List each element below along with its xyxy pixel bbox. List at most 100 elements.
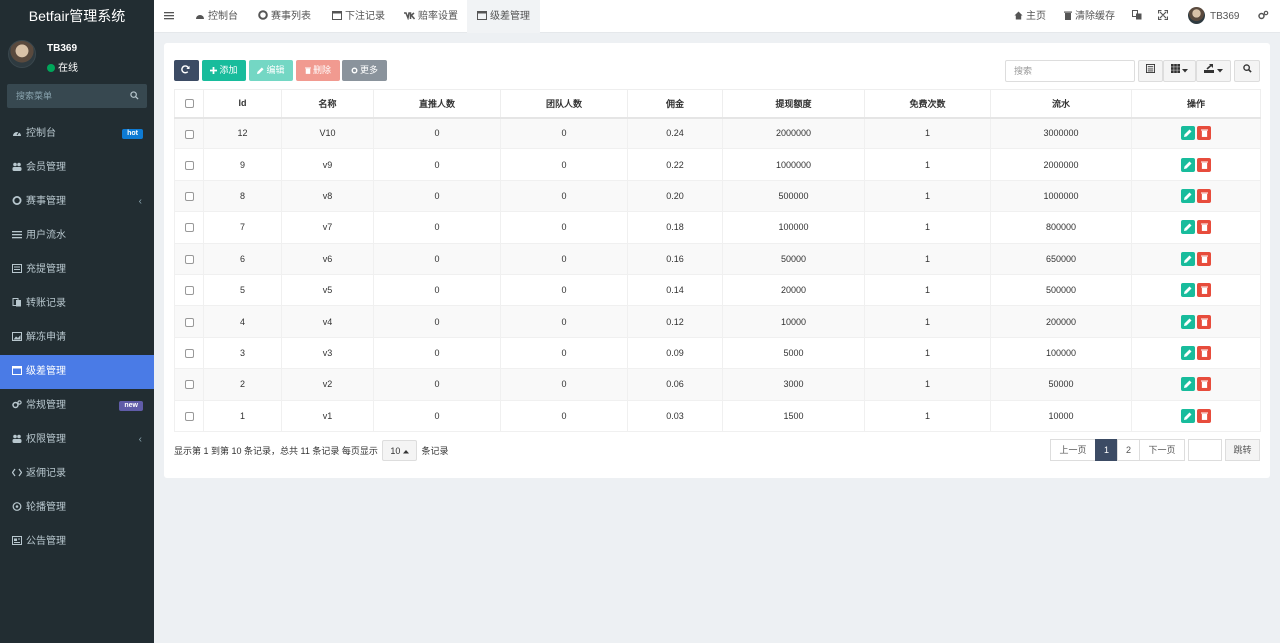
toggle-view-button[interactable] <box>1138 60 1163 82</box>
table-row[interactable]: 4 v4 0 0 0.12 10000 1 200000 <box>174 305 1261 338</box>
tab-level-diff[interactable]: 级差管理 <box>467 0 540 33</box>
sidebar-item-permissions[interactable]: 权限管理 ‹ <box>0 423 154 457</box>
sidebar-toggle[interactable] <box>164 0 177 33</box>
table-row[interactable]: 7 v7 0 0 0.18 100000 1 800000 <box>174 211 1261 244</box>
table-row[interactable]: 2 v2 0 0 0.06 3000 1 50000 <box>174 368 1261 401</box>
row-delete-button[interactable] <box>1197 283 1211 298</box>
settings-button[interactable] <box>1258 0 1272 33</box>
row-delete-button[interactable] <box>1197 157 1211 172</box>
tab-bet-records[interactable]: 下注记录 <box>332 0 385 33</box>
row-delete-button[interactable] <box>1197 220 1211 235</box>
sidebar-item-unfreeze[interactable]: 解冻申请 <box>0 321 154 355</box>
table-row[interactable]: 3 v3 0 0 0.09 5000 1 100000 <box>174 336 1261 370</box>
row-checkbox[interactable] <box>184 348 194 358</box>
row-checkbox[interactable] <box>184 254 194 264</box>
caret-down-icon <box>1182 69 1189 73</box>
row-delete-button[interactable] <box>1197 345 1211 360</box>
sidebar-item-members[interactable]: 会员管理 <box>0 151 154 185</box>
table-row[interactable]: 6 v6 0 0 0.16 50000 1 650000 <box>174 242 1261 275</box>
row-edit-button[interactable] <box>1181 188 1195 203</box>
advanced-search-button[interactable] <box>1234 60 1260 82</box>
row-delete-button[interactable] <box>1197 314 1211 329</box>
row-checkbox[interactable] <box>184 380 194 390</box>
column-header[interactable]: Id <box>203 89 282 119</box>
row-delete-button[interactable] <box>1197 188 1211 203</box>
sidebar-item-rebate[interactable]: 返佣记录 <box>0 457 154 491</box>
row-edit-button[interactable] <box>1181 126 1195 141</box>
next-page-button[interactable]: 下一页 <box>1139 439 1185 461</box>
sidebar-item-events[interactable]: 赛事管理 ‹ <box>0 185 154 219</box>
row-delete-button[interactable] <box>1197 377 1211 392</box>
row-checkbox[interactable] <box>184 160 194 170</box>
home-link[interactable]: 主页 <box>1014 0 1046 33</box>
window-icon <box>12 366 22 375</box>
table-cell: 10000 <box>722 305 865 338</box>
row-edit-button[interactable] <box>1181 283 1195 298</box>
page-1-button[interactable]: 1 <box>1095 439 1118 461</box>
search-icon[interactable] <box>130 91 139 100</box>
table-search-input[interactable] <box>1005 60 1135 82</box>
tab-odds-settings[interactable]: 赔率设置 <box>404 0 458 33</box>
refresh-button[interactable] <box>174 60 199 81</box>
row-delete-button[interactable] <box>1197 408 1211 423</box>
jump-button[interactable]: 跳转 <box>1225 439 1260 461</box>
row-edit-button[interactable] <box>1181 377 1195 392</box>
tab-event-list[interactable]: 赛事列表 <box>258 0 311 33</box>
select-all-checkbox[interactable] <box>184 99 194 109</box>
row-delete-button[interactable] <box>1197 126 1211 141</box>
table-row[interactable]: 1 v1 0 0 0.03 1500 1 10000 <box>174 399 1261 432</box>
table-cell: 0 <box>500 211 628 244</box>
row-edit-button[interactable] <box>1181 251 1195 266</box>
row-delete-button[interactable] <box>1197 251 1211 266</box>
row-checkbox[interactable] <box>184 129 194 139</box>
sidebar-item-level-diff[interactable]: 级差管理 <box>0 355 154 389</box>
sidebar-item-transfer[interactable]: 转账记录 <box>0 287 154 321</box>
user-menu[interactable]: TB369 <box>1188 0 1239 33</box>
table-row[interactable]: 8 v8 0 0 0.20 500000 1 1000000 <box>174 179 1261 213</box>
prev-page-button[interactable]: 上一页 <box>1050 439 1096 461</box>
column-header[interactable]: 提现额度 <box>722 89 865 119</box>
row-edit-button[interactable] <box>1181 157 1195 172</box>
app-title[interactable]: Betfair管理系统 <box>0 0 154 33</box>
sidebar-item-dashboard[interactable]: 控制台 hot <box>0 117 154 151</box>
row-checkbox[interactable] <box>184 411 194 421</box>
column-header[interactable]: 团队人数 <box>500 89 628 119</box>
column-header[interactable]: 佣金 <box>627 89 723 119</box>
row-edit-button[interactable] <box>1181 220 1195 235</box>
clear-cache-button[interactable]: 清除缓存 <box>1064 0 1115 33</box>
sidebar-item-user-flow[interactable]: 用户流水 <box>0 219 154 253</box>
edit-button[interactable]: 编辑 <box>249 60 293 81</box>
row-edit-button[interactable] <box>1181 345 1195 360</box>
sidebar-item-general[interactable]: 常规管理 new <box>0 389 154 423</box>
sidebar-item-carousel[interactable]: 轮播管理 <box>0 491 154 525</box>
export-dropdown[interactable] <box>1196 60 1231 82</box>
delete-button[interactable]: 删除 <box>296 60 340 81</box>
row-checkbox[interactable] <box>184 223 194 233</box>
column-header[interactable]: 直推人数 <box>373 89 501 119</box>
table-cell: 8 <box>203 179 282 213</box>
column-header[interactable]: 流水 <box>990 89 1132 119</box>
row-checkbox[interactable] <box>184 317 194 327</box>
menu-search-input[interactable] <box>7 84 125 108</box>
row-edit-button[interactable] <box>1181 408 1195 423</box>
tab-dashboard[interactable]: 控制台 <box>195 0 238 33</box>
add-button[interactable]: 添加 <box>202 60 246 81</box>
language-toggle[interactable] <box>1132 0 1145 33</box>
more-button[interactable]: 更多 <box>342 60 387 81</box>
column-header[interactable]: 免费次数 <box>864 89 991 119</box>
row-edit-button[interactable] <box>1181 314 1195 329</box>
table-cell: 50000 <box>722 242 865 275</box>
sidebar-item-notice[interactable]: 公告管理 <box>0 525 154 559</box>
page-size-dropdown[interactable]: 10 <box>382 440 417 461</box>
jump-page-input[interactable] <box>1188 439 1222 461</box>
table-row[interactable]: 9 v9 0 0 0.22 1000000 1 2000000 <box>174 148 1261 181</box>
page-2-button[interactable]: 2 <box>1117 439 1140 461</box>
fullscreen-button[interactable] <box>1157 0 1171 33</box>
table-row[interactable]: 12 V10 0 0 0.24 2000000 1 3000000 <box>174 116 1261 150</box>
row-checkbox[interactable] <box>184 192 194 202</box>
row-checkbox[interactable] <box>184 286 194 296</box>
columns-dropdown[interactable] <box>1163 60 1196 82</box>
column-header[interactable]: 名称 <box>281 89 374 119</box>
table-row[interactable]: 5 v5 0 0 0.14 20000 1 500000 <box>174 273 1261 307</box>
sidebar-item-recharge[interactable]: 充提管理 <box>0 253 154 287</box>
